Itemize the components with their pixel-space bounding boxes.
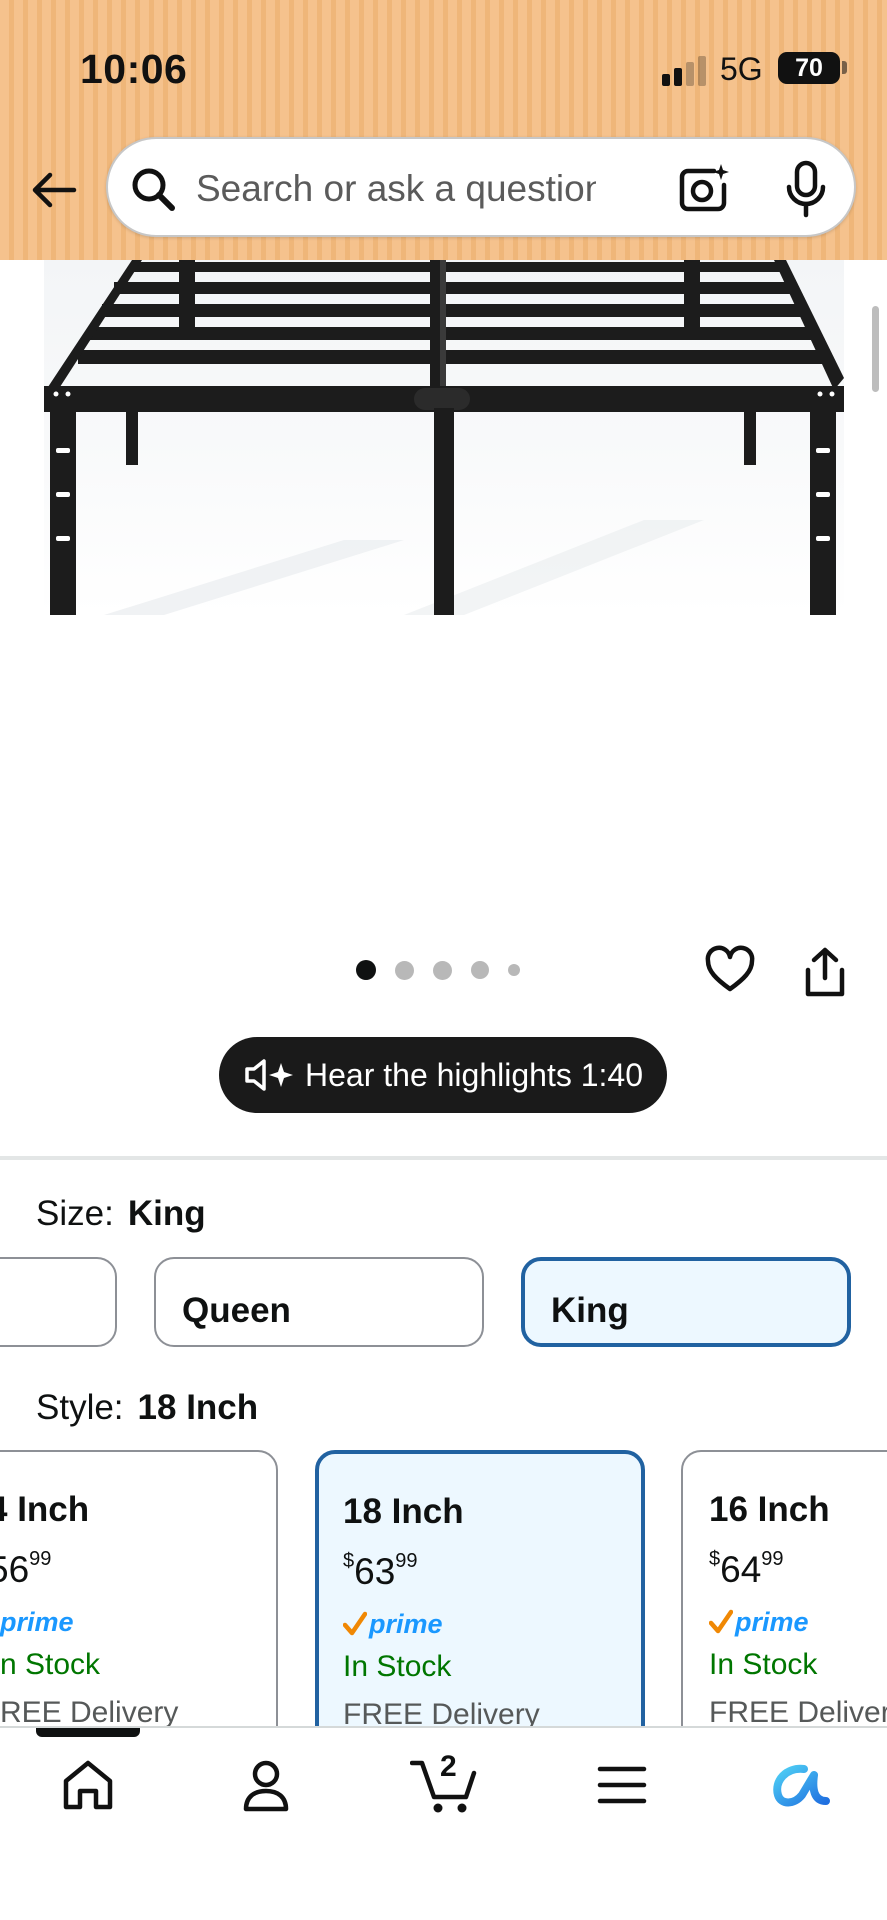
hear-highlights-button[interactable]: Hear the highlights 1:40	[219, 1037, 667, 1113]
price-whole: 56	[0, 1549, 30, 1590]
pagination-dot[interactable]	[433, 960, 452, 980]
prime-check-icon	[709, 1609, 733, 1634]
bed-frame-image	[44, 260, 844, 615]
price-whole: 64	[720, 1549, 762, 1590]
style-option-price: $6399	[343, 1550, 418, 1593]
pagination-dot[interactable]	[508, 964, 520, 976]
header-bar: 10:06 5G 70	[0, 0, 887, 260]
back-button[interactable]	[26, 162, 82, 218]
prime-label: prime	[735, 1606, 809, 1637]
search-icon	[132, 168, 175, 211]
image-pagination-dots[interactable]	[356, 958, 539, 982]
home-icon	[63, 1760, 113, 1810]
size-option-king[interactable]: King	[521, 1257, 851, 1347]
pagination-dot[interactable]	[471, 961, 489, 979]
speaker-sparkle-icon	[245, 1059, 293, 1091]
battery-icon: 70	[778, 52, 840, 84]
style-option-price: 5699	[0, 1548, 51, 1591]
delivery-info: FREE Delivery	[709, 1696, 887, 1729]
price-fraction: 99	[761, 1548, 784, 1570]
stock-status: In Stock	[709, 1648, 818, 1681]
style-selected-value: 18 Inch	[137, 1388, 259, 1427]
share-icon	[805, 947, 845, 997]
app-screen: 10:06 5G 70 Search or ask a question Hea…	[0, 0, 887, 1920]
camera-lens-icon	[679, 164, 729, 212]
share-button[interactable]	[800, 946, 850, 998]
nav-menu[interactable]	[582, 1750, 662, 1820]
size-option-queen[interactable]: Queen	[154, 1257, 484, 1347]
scrollbar[interactable]	[872, 306, 879, 392]
battery-nub	[842, 61, 847, 74]
style-option-title: 18 Inch	[343, 1492, 464, 1531]
prime-label: prime	[369, 1608, 443, 1639]
battery-percentage: 70	[795, 54, 823, 82]
prime-check-icon	[343, 1611, 367, 1636]
price-symbol: $	[709, 1548, 721, 1570]
microphone-icon	[786, 160, 826, 218]
cart-count-badge: 2	[440, 1750, 457, 1783]
price-symbol: $	[343, 1550, 355, 1572]
account-icon	[243, 1760, 289, 1812]
status-time: 10:06	[80, 46, 188, 92]
size-option-label: Queen	[182, 1291, 291, 1330]
delivery-info: REE Delivery	[0, 1696, 179, 1729]
style-selection-row: Style: 18 Inch	[36, 1388, 258, 1428]
pagination-dot[interactable]	[356, 960, 376, 980]
size-option-label: King	[551, 1291, 629, 1330]
nav-account[interactable]	[226, 1750, 306, 1820]
active-tab-indicator	[36, 1728, 140, 1737]
voice-search-button[interactable]	[778, 159, 834, 219]
prime-badge: prime	[0, 1604, 74, 1640]
hear-highlights-label: Hear the highlights 1:40	[305, 1056, 643, 1093]
size-label: Size:	[36, 1194, 114, 1233]
stock-status: n Stock	[0, 1648, 101, 1681]
style-label: Style:	[36, 1388, 124, 1427]
prime-badge: prime	[343, 1606, 443, 1642]
nav-home[interactable]	[48, 1750, 128, 1820]
size-selection-row: Size: King	[36, 1194, 206, 1234]
prime-label: prime	[0, 1606, 74, 1637]
price-fraction: 99	[29, 1548, 52, 1570]
price-fraction: 99	[395, 1550, 418, 1572]
cellular-signal-icon	[662, 56, 708, 86]
prime-badge: prime	[709, 1604, 809, 1640]
stock-status: In Stock	[343, 1650, 452, 1683]
style-option-title: 4 Inch	[0, 1490, 90, 1529]
heart-icon	[705, 945, 755, 992]
size-selected-value: King	[127, 1194, 206, 1233]
rufus-ai-icon	[773, 1764, 830, 1807]
camera-search-button[interactable]	[676, 161, 732, 217]
network-type: 5G	[720, 51, 763, 87]
section-divider	[0, 1156, 887, 1160]
price-whole: 63	[354, 1551, 396, 1592]
search-input[interactable]	[196, 163, 596, 215]
nav-rufus-ai[interactable]	[760, 1750, 840, 1820]
style-option-price: $6499	[709, 1548, 784, 1591]
menu-icon	[597, 1766, 647, 1804]
size-option[interactable]	[0, 1257, 117, 1347]
product-image[interactable]	[44, 260, 844, 615]
style-option-title: 16 Inch	[709, 1490, 830, 1529]
add-to-list-button[interactable]	[704, 944, 756, 996]
arrow-left-icon	[32, 172, 77, 208]
search-bar[interactable]	[106, 137, 856, 237]
pagination-dot[interactable]	[395, 960, 414, 980]
